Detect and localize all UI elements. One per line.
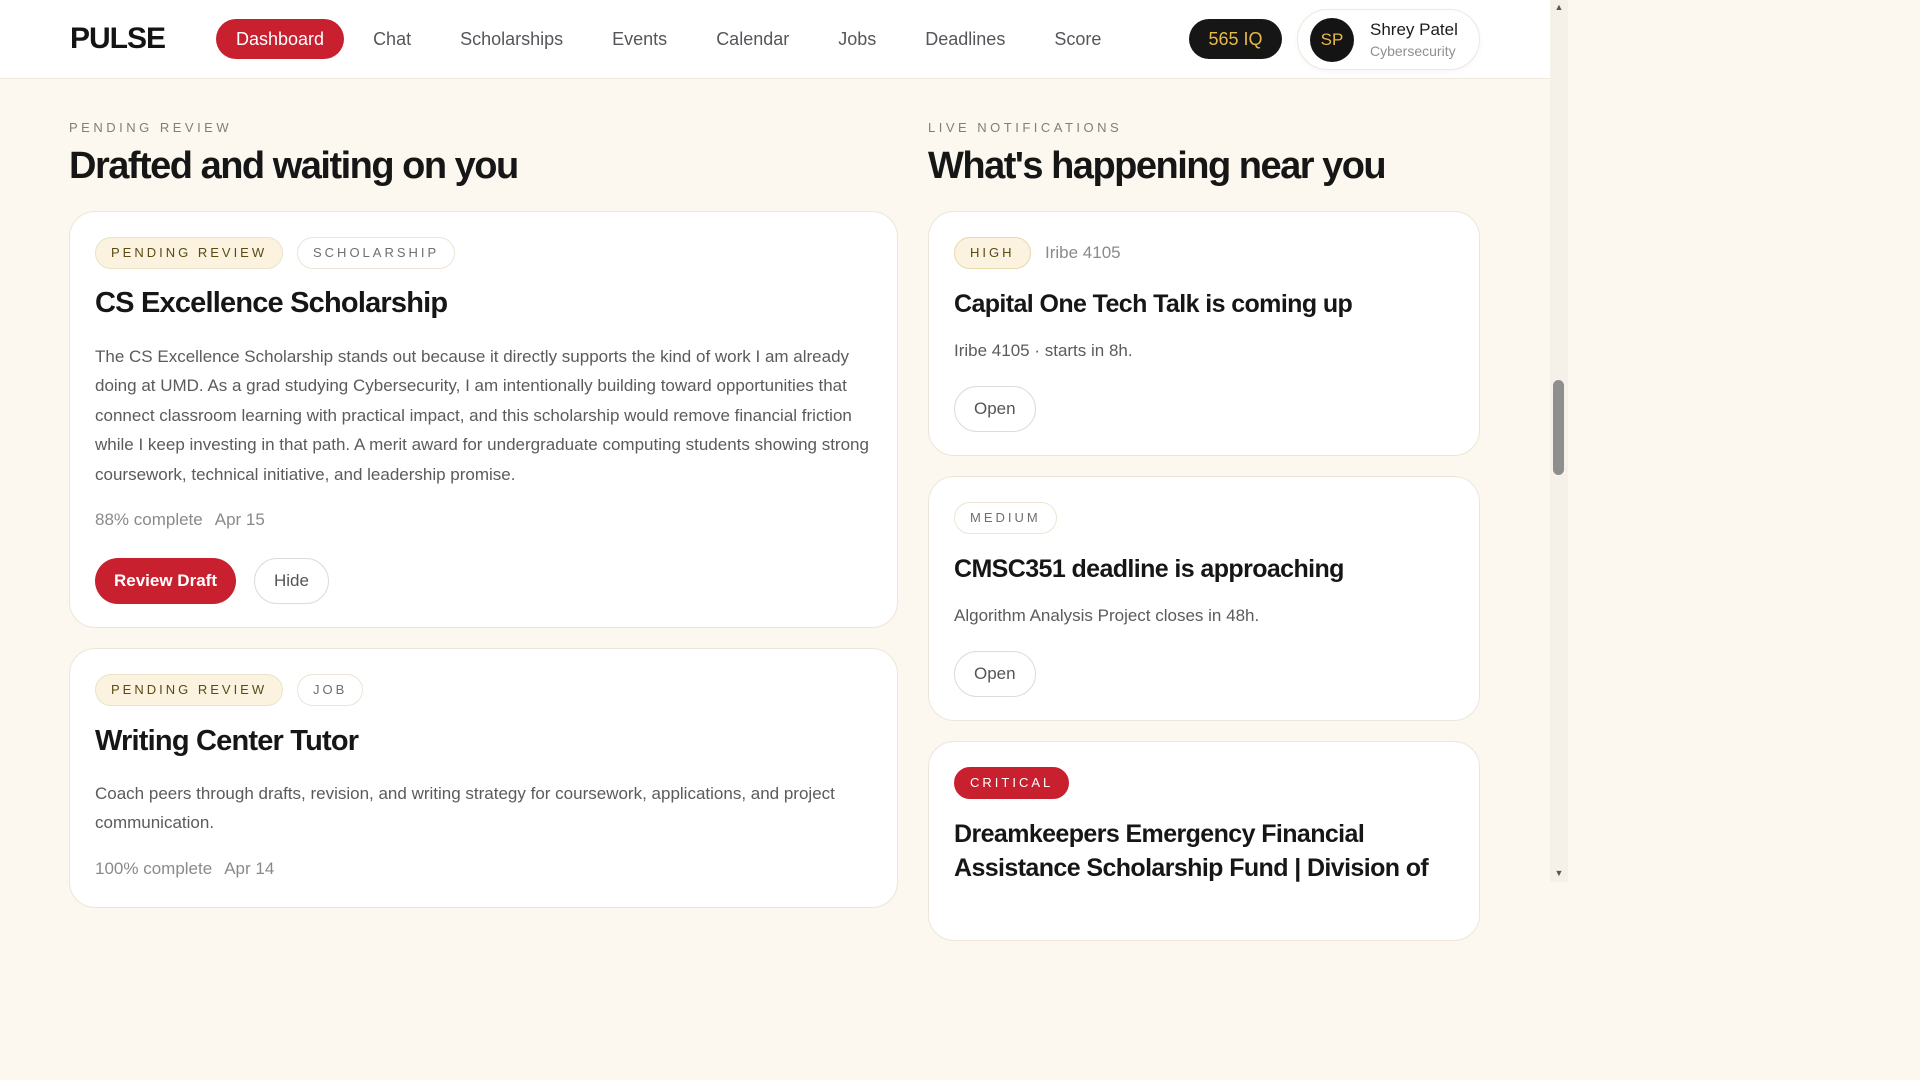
nav-events[interactable]: Events — [592, 19, 687, 59]
brand-logo[interactable]: PULSE — [70, 22, 166, 56]
card-meta: 100% complete Apr 14 — [95, 859, 286, 879]
location-label: Iribe 4105 — [1045, 243, 1121, 262]
pending-heading: Drafted and waiting on you — [69, 145, 519, 187]
priority-badge: CRITICAL — [954, 767, 1070, 799]
main-nav: Dashboard Chat Scholarships Events Calen… — [216, 19, 1130, 59]
pending-card-scholarship: PENDING REVIEW SCHOLARSHIP CS Excellence… — [69, 211, 898, 628]
nav-chat[interactable]: Chat — [353, 19, 431, 59]
priority-badge: MEDIUM — [954, 502, 1057, 534]
card-title: Writing Center Tutor — [95, 725, 359, 757]
user-subtitle: Cybersecurity — [1370, 43, 1456, 59]
avatar: SP — [1310, 18, 1354, 62]
card-description: The CS Excellence Scholarship stands out… — [95, 347, 869, 484]
notification-detail: Iribe 4105 · starts in 8h. — [954, 341, 1133, 360]
scrollbar-thumb[interactable] — [1553, 380, 1564, 475]
notification-detail: Algorithm Analysis Project closes in 48h… — [954, 606, 1260, 625]
due-date: Apr 14 — [224, 859, 275, 878]
nav-deadlines[interactable]: Deadlines — [905, 19, 1025, 59]
priority-badge: HIGH — [954, 237, 1031, 269]
pending-eyebrow: PENDING REVIEW — [69, 120, 233, 135]
open-button[interactable]: Open — [954, 386, 1036, 432]
status-badge: PENDING REVIEW — [95, 237, 284, 269]
scroll-up-icon[interactable]: ▲ — [1553, 2, 1565, 12]
card-description: Coach peers through drafts, revision, an… — [95, 784, 835, 833]
notification-card-medium: MEDIUM CMSC351 deadline is approaching A… — [928, 476, 1480, 721]
card-meta: 88% complete Apr 15 — [95, 510, 277, 530]
type-badge: SCHOLARSHIP — [297, 237, 456, 269]
nav-calendar[interactable]: Calendar — [696, 19, 809, 59]
type-badge: JOB — [297, 674, 364, 706]
top-navigation-bar: PULSE Dashboard Chat Scholarships Events… — [0, 0, 1550, 79]
notification-card-high: HIGH Iribe 4105 Capital One Tech Talk is… — [928, 211, 1480, 456]
notifications-eyebrow: LIVE NOTIFICATIONS — [928, 120, 1123, 135]
notification-title: Capital One Tech Talk is coming up — [954, 290, 1353, 318]
nav-score[interactable]: Score — [1034, 19, 1121, 59]
user-profile-chip[interactable]: SP Shrey Patel Cybersecurity — [1297, 9, 1480, 70]
notifications-heading: What's happening near you — [928, 145, 1387, 187]
open-button[interactable]: Open — [954, 651, 1036, 697]
nav-jobs[interactable]: Jobs — [818, 19, 896, 59]
notification-title: Dreamkeepers Emergency Financial Assista… — [954, 820, 1429, 882]
card-title: CS Excellence Scholarship — [95, 287, 448, 319]
due-date: Apr 15 — [214, 510, 265, 529]
iq-score-badge[interactable]: 565 IQ — [1189, 19, 1282, 59]
progress-text: 100% complete — [95, 859, 213, 878]
user-name: Shrey Patel — [1370, 20, 1458, 39]
review-draft-button[interactable]: Review Draft — [95, 558, 236, 604]
nav-scholarships[interactable]: Scholarships — [440, 19, 583, 59]
pending-card-job: PENDING REVIEW JOB Writing Center Tutor … — [69, 648, 898, 908]
progress-text: 88% complete — [95, 510, 203, 529]
scroll-down-icon[interactable]: ▼ — [1553, 868, 1565, 878]
notification-title: CMSC351 deadline is approaching — [954, 555, 1344, 583]
status-badge: PENDING REVIEW — [95, 674, 284, 706]
nav-dashboard[interactable]: Dashboard — [216, 19, 345, 59]
notification-card-critical: CRITICAL Dreamkeepers Emergency Financia… — [928, 741, 1480, 941]
hide-button[interactable]: Hide — [254, 558, 329, 604]
